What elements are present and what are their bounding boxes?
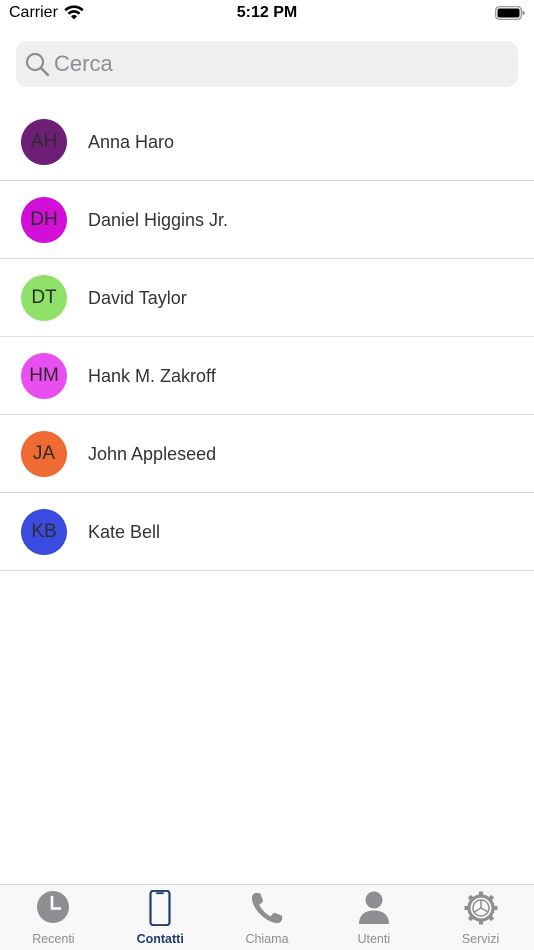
search-bar[interactable] <box>16 41 518 87</box>
contact-row[interactable]: JA John Appleseed <box>0 415 534 493</box>
contact-name: Kate Bell <box>88 522 161 542</box>
avatar: AH <box>21 119 67 165</box>
avatar: DT <box>21 275 67 321</box>
phone-device-icon <box>149 890 171 926</box>
clock-time: 5:12 PM <box>236 4 298 21</box>
avatar: HM <box>21 353 67 399</box>
contact-row[interactable]: KB Kate Bell <box>0 493 534 571</box>
tab-label: Utenti <box>357 932 391 946</box>
tab-label: Contatti <box>136 932 184 946</box>
tab-label: Recenti <box>32 932 75 946</box>
battery-icon <box>495 6 525 20</box>
avatar: DH <box>21 197 67 243</box>
search-icon <box>25 52 50 77</box>
contact-row[interactable]: HM Hank M. Zakroff <box>0 337 534 415</box>
avatar: JA <box>21 431 67 477</box>
tab-recenti[interactable]: Recenti <box>0 885 107 950</box>
status-bar: Carrier 5:12 PM <box>0 0 534 30</box>
avatar: KB <box>21 509 67 555</box>
contacts-screen: Carrier 5:12 PM AH Anna Haro DH Daniel H… <box>0 0 534 950</box>
tab-utenti[interactable]: Utenti <box>320 885 427 950</box>
phone-handset-icon <box>251 892 283 924</box>
search-input[interactable] <box>54 41 504 87</box>
user-icon <box>358 891 389 924</box>
contact-row[interactable]: DT David Taylor <box>0 259 534 337</box>
contact-name: Daniel Higgins Jr. <box>88 210 229 230</box>
contact-row[interactable]: DH Daniel Higgins Jr. <box>0 181 534 259</box>
tab-contatti[interactable]: Contatti <box>107 885 214 950</box>
gear-icon <box>464 891 498 925</box>
tab-servizi[interactable]: Servizi <box>427 885 534 950</box>
clock-icon <box>37 891 70 923</box>
tab-label: Servizi <box>461 932 500 946</box>
contact-name: David Taylor <box>88 288 187 308</box>
contact-name: John Appleseed <box>88 444 217 464</box>
tab-chiama[interactable]: Chiama <box>214 885 321 950</box>
contact-name: Anna Haro <box>88 132 175 152</box>
contact-list: AH Anna Haro DH Daniel Higgins Jr. DT Da… <box>0 103 534 571</box>
tab-bar: Recenti Contatti Chiama Utenti Servizi <box>0 884 534 950</box>
tab-label: Chiama <box>245 932 289 946</box>
contact-name: Hank M. Zakroff <box>88 366 216 386</box>
contact-row[interactable]: AH Anna Haro <box>0 103 534 181</box>
